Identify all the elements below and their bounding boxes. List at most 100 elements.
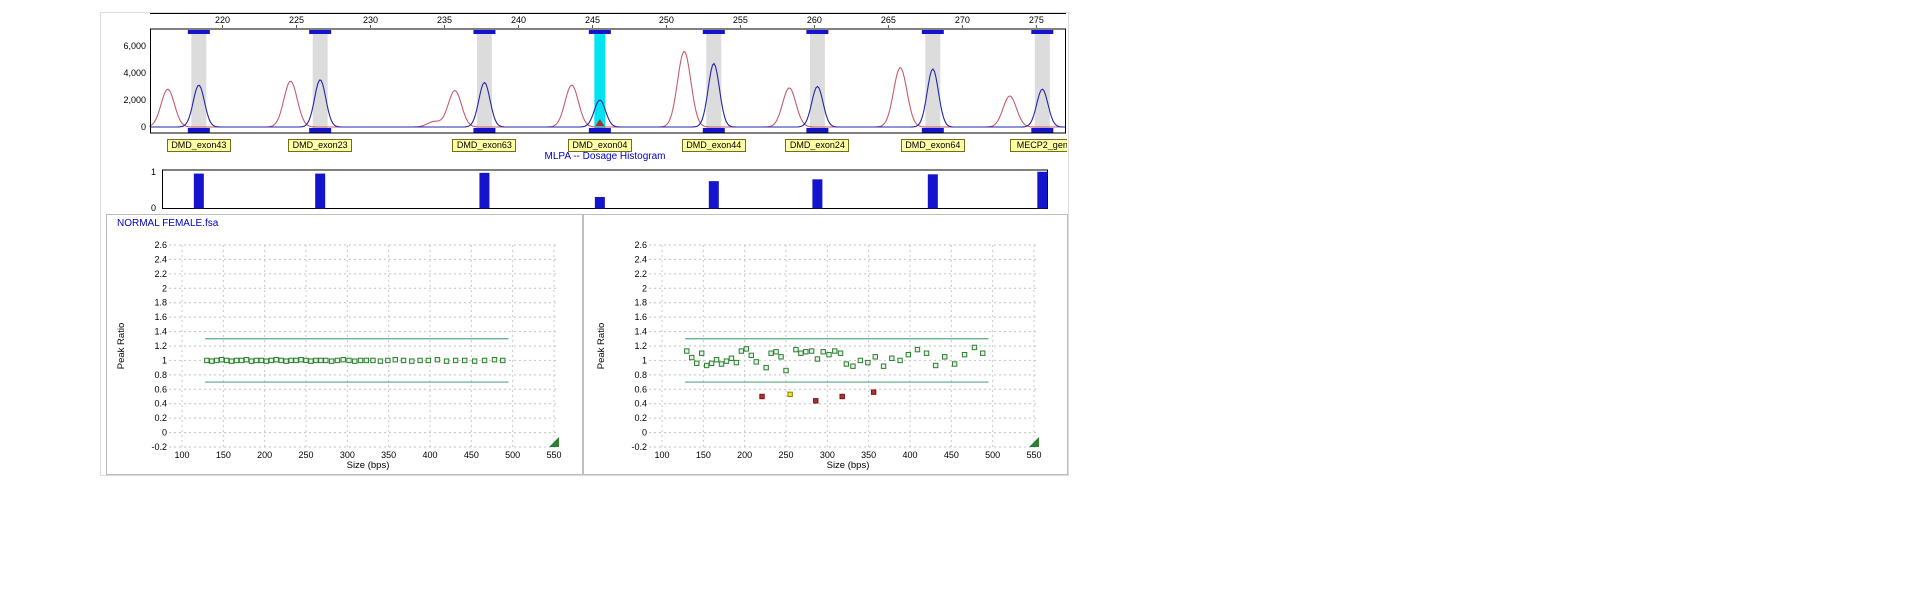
- patient-ratio-normal-point[interactable]: [838, 351, 842, 355]
- patient-ratio-normal-point[interactable]: [827, 352, 831, 356]
- patient-ratio-normal-point[interactable]: [690, 355, 694, 359]
- normal-ratio-point[interactable]: [249, 359, 253, 363]
- patient-ratio-normal-point[interactable]: [906, 352, 910, 356]
- patient-ratio-normal-point[interactable]: [866, 360, 870, 364]
- normal-ratio-point[interactable]: [314, 358, 318, 362]
- patient-ratio-normal-point[interactable]: [744, 347, 748, 351]
- patient-ratio-normal-point[interactable]: [754, 360, 758, 364]
- normal-ratio-point[interactable]: [358, 358, 362, 362]
- patient-ratio-normal-point[interactable]: [739, 349, 743, 353]
- bin-band[interactable]: [477, 30, 492, 132]
- normal-ratio-point[interactable]: [239, 358, 243, 362]
- normal-ratio-point[interactable]: [341, 358, 345, 362]
- normal-ratio-point[interactable]: [324, 358, 328, 362]
- normal-ratio-point[interactable]: [274, 358, 278, 362]
- patient-ratio-deleted-point[interactable]: [760, 394, 764, 398]
- normal-ratio-point[interactable]: [393, 358, 397, 362]
- patient-ratio-normal-point[interactable]: [972, 345, 976, 349]
- resize-grip[interactable]: [549, 437, 559, 447]
- patient-ratio-normal-point[interactable]: [799, 351, 803, 355]
- patient-ratio-normal-point[interactable]: [943, 355, 947, 359]
- patient-ratio-normal-point[interactable]: [749, 353, 753, 357]
- normal-ratio-point[interactable]: [410, 359, 414, 363]
- normal-ratio-point[interactable]: [289, 358, 293, 362]
- ratio-plot-right[interactable]: 2.62.42.221.81.61.41.210.80.60.40.20-0.2…: [584, 215, 1066, 473]
- patient-ratio-normal-point[interactable]: [924, 351, 928, 355]
- normal-ratio-point[interactable]: [329, 359, 333, 363]
- normal-ratio-point[interactable]: [335, 358, 339, 362]
- patient-ratio-normal-point[interactable]: [764, 365, 768, 369]
- patient-ratio-normal-point[interactable]: [981, 351, 985, 355]
- normal-ratio-point[interactable]: [444, 359, 448, 363]
- bin-band[interactable]: [313, 30, 328, 132]
- patient-ratio-normal-point[interactable]: [858, 358, 862, 362]
- normal-ratio-point[interactable]: [319, 358, 323, 362]
- dosage-bar[interactable]: [709, 181, 719, 208]
- patient-ratio-normal-point[interactable]: [794, 347, 798, 351]
- normal-ratio-point[interactable]: [371, 358, 375, 362]
- normal-ratio-point[interactable]: [364, 358, 368, 362]
- normal-ratio-point[interactable]: [501, 358, 505, 362]
- normal-ratio-point[interactable]: [279, 358, 283, 362]
- normal-ratio-point[interactable]: [463, 358, 467, 362]
- bin-band[interactable]: [810, 30, 825, 132]
- patient-ratio-normal-point[interactable]: [898, 358, 902, 362]
- normal-ratio-point[interactable]: [215, 358, 219, 362]
- normal-ratio-point[interactable]: [210, 359, 214, 363]
- patient-ratio-normal-point[interactable]: [729, 356, 733, 360]
- normal-ratio-point[interactable]: [453, 358, 457, 362]
- normal-ratio-point[interactable]: [244, 358, 248, 362]
- patient-ratio-normal-point[interactable]: [890, 356, 894, 360]
- normal-ratio-point[interactable]: [259, 358, 263, 362]
- normal-ratio-point[interactable]: [234, 358, 238, 362]
- patient-ratio-normal-point[interactable]: [779, 355, 783, 359]
- patient-ratio-normal-point[interactable]: [881, 364, 885, 368]
- normal-ratio-point[interactable]: [401, 358, 405, 362]
- normal-ratio-point[interactable]: [229, 359, 233, 363]
- patient-ratio-normal-point[interactable]: [709, 361, 713, 365]
- patient-ratio-normal-point[interactable]: [734, 360, 738, 364]
- patient-ratio-normal-point[interactable]: [784, 368, 788, 372]
- normal-ratio-point[interactable]: [299, 358, 303, 362]
- patient-ratio-normal-point[interactable]: [719, 362, 723, 366]
- normal-ratio-point[interactable]: [418, 358, 422, 362]
- patient-ratio-normal-point[interactable]: [933, 363, 937, 367]
- selected-bin-highlight[interactable]: [594, 30, 605, 132]
- bin-band[interactable]: [706, 30, 721, 132]
- patient-ratio-normal-point[interactable]: [851, 364, 855, 368]
- patient-ratio-warning-point[interactable]: [788, 392, 792, 396]
- bin-band[interactable]: [925, 30, 940, 132]
- dosage-bar[interactable]: [1037, 172, 1047, 209]
- patient-ratio-deleted-point[interactable]: [814, 399, 818, 403]
- patient-ratio-normal-point[interactable]: [844, 362, 848, 366]
- normal-ratio-point[interactable]: [426, 358, 430, 362]
- patient-ratio-normal-point[interactable]: [774, 350, 778, 354]
- normal-ratio-point[interactable]: [264, 359, 268, 363]
- patient-ratio-normal-point[interactable]: [833, 349, 837, 353]
- normal-ratio-point[interactable]: [347, 358, 351, 362]
- patient-ratio-normal-point[interactable]: [699, 351, 703, 355]
- normal-ratio-point[interactable]: [472, 359, 476, 363]
- normal-ratio-point[interactable]: [304, 358, 308, 362]
- normal-ratio-point[interactable]: [224, 358, 228, 362]
- normal-ratio-point[interactable]: [435, 358, 439, 362]
- patient-ratio-normal-point[interactable]: [704, 363, 708, 367]
- patient-ratio-normal-point[interactable]: [724, 359, 728, 363]
- patient-ratio-normal-point[interactable]: [695, 361, 699, 365]
- patient-ratio-normal-point[interactable]: [809, 349, 813, 353]
- normal-ratio-point[interactable]: [309, 359, 313, 363]
- dosage-bar[interactable]: [315, 174, 325, 209]
- patient-ratio-normal-point[interactable]: [873, 355, 877, 359]
- patient-ratio-normal-point[interactable]: [685, 349, 689, 353]
- dosage-bar[interactable]: [928, 174, 938, 208]
- normal-ratio-point[interactable]: [269, 358, 273, 362]
- patient-ratio-deleted-point[interactable]: [871, 390, 875, 394]
- normal-ratio-point[interactable]: [353, 359, 357, 363]
- electropherogram-chart[interactable]: 220225230235240245250255260265270275: [150, 12, 1066, 138]
- normal-ratio-point[interactable]: [254, 358, 258, 362]
- normal-ratio-point[interactable]: [378, 359, 382, 363]
- ratio-plot-left[interactable]: 2.62.42.221.81.61.41.210.80.60.40.20-0.2…: [107, 215, 581, 473]
- patient-ratio-normal-point[interactable]: [815, 357, 819, 361]
- normal-ratio-point[interactable]: [294, 358, 298, 362]
- dosage-histogram-chart[interactable]: [162, 168, 1048, 212]
